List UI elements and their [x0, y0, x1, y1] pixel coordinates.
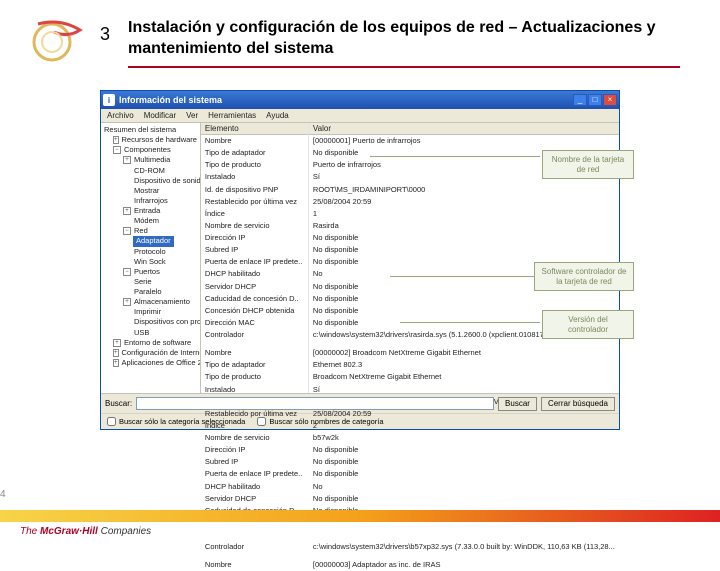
detail-row: No disponible: [309, 232, 619, 244]
search-input[interactable]: [136, 397, 494, 410]
detail-row: Puerta de enlace IP predete..: [201, 256, 308, 268]
expand-icon[interactable]: +: [113, 136, 119, 144]
menu-ver[interactable]: Ver: [186, 111, 198, 120]
window-title: Información del sistema: [119, 95, 573, 105]
detail-row: No disponible: [309, 444, 619, 456]
callout-line: [370, 156, 540, 157]
detail-row: DHCP habilitado: [201, 268, 308, 280]
callout-line: [390, 276, 540, 277]
menubar: Archivo Modificar Ver Herramientas Ayuda: [101, 109, 619, 123]
tree-componentes[interactable]: Componentes: [123, 145, 172, 155]
menu-herramientas[interactable]: Herramientas: [208, 111, 256, 120]
footer-brand: The McGraw·Hill Companies: [0, 522, 720, 540]
detail-row: No disponible: [309, 456, 619, 468]
detail-row: No disponible: [309, 244, 619, 256]
detail-row: No disponible: [309, 293, 619, 305]
detail-row: Controlador: [201, 329, 308, 341]
detail-row: No: [309, 481, 619, 493]
close-button[interactable]: ×: [603, 94, 617, 106]
slide-footer: The McGraw·Hill Companies: [0, 510, 720, 540]
slide-header: 3 Instalación y configuración de los equ…: [0, 0, 720, 74]
titlebar[interactable]: i Información del sistema _ □ ×: [101, 91, 619, 109]
tree-adaptador-selected[interactable]: Adaptador: [133, 236, 174, 246]
menu-archivo[interactable]: Archivo: [107, 111, 134, 120]
detail-row: Dirección IP: [201, 444, 308, 456]
col-element[interactable]: Elemento: [201, 123, 308, 135]
tree-red[interactable]: Red: [133, 226, 149, 236]
opt-selected-category[interactable]: Buscar sólo la categoría seleccionada: [107, 417, 245, 426]
slide-title: Instalación y configuración de los equip…: [128, 18, 680, 68]
detail-row: c:\windows\system32\drivers\b57xp32.sys …: [309, 541, 619, 553]
detail-row: Tipo de producto: [201, 159, 308, 171]
menu-ayuda[interactable]: Ayuda: [266, 111, 289, 120]
minimize-button[interactable]: _: [573, 94, 587, 106]
detail-row: Instalado: [201, 384, 308, 396]
detail-row: ROOT\MS_IRDAMINIPORT\0000: [309, 184, 619, 196]
detail-row: 25/08/2004 20:59: [309, 196, 619, 208]
detail-row: Controlador: [201, 541, 308, 553]
menu-modificar[interactable]: Modificar: [144, 111, 176, 120]
detail-row: [00000002] Broadcom NetXtreme Gigabit Et…: [309, 347, 619, 359]
tree-root[interactable]: Resumen del sistema: [103, 125, 177, 135]
category-tree[interactable]: Resumen del sistema +Recursos de hardwar…: [101, 123, 201, 393]
app-icon: i: [103, 94, 115, 106]
detail-row: Tipo de adaptador: [201, 147, 308, 159]
detail-row: Ethernet 802.3: [309, 359, 619, 371]
detail-row: Nombre de servicio: [201, 432, 308, 444]
detail-row: Instalado: [201, 171, 308, 183]
detail-row: 1: [309, 208, 619, 220]
screenshot-container: i Información del sistema _ □ × Archivo …: [100, 90, 620, 430]
detail-row: Dirección IP: [201, 232, 308, 244]
detail-row: Subred IP: [201, 244, 308, 256]
tree-hw[interactable]: Recursos de hardware: [121, 135, 198, 145]
detail-row: [00000001] Puerto de infrarrojos: [309, 135, 619, 147]
detail-row: Índice: [201, 208, 308, 220]
detail-row: b57w2k: [309, 432, 619, 444]
collapse-icon[interactable]: −: [113, 146, 121, 154]
detail-row: Nombre: [201, 135, 308, 147]
maximize-button[interactable]: □: [588, 94, 602, 106]
detail-row: Id. de dispositivo PNP: [201, 184, 308, 196]
detail-row: Dirección MAC: [201, 317, 308, 329]
callout-driver-software: Software controlador de la tarjeta de re…: [534, 262, 634, 291]
page-corner-number: 4: [0, 489, 6, 500]
detail-row: Rasirda: [309, 220, 619, 232]
detail-row: Concesión DHCP obtenida: [201, 305, 308, 317]
detail-row: Tipo de adaptador: [201, 359, 308, 371]
footer-gradient-bar: [0, 510, 720, 522]
detail-row: DHCP habilitado: [201, 481, 308, 493]
callout-line: [400, 322, 540, 323]
callout-card-name: Nombre de la tarjeta de red: [542, 150, 634, 179]
detail-row: Puerta de enlace IP predete..: [201, 468, 308, 480]
clear-search-button[interactable]: Cerrar búsqueda: [541, 397, 615, 411]
system-info-window: i Información del sistema _ □ × Archivo …: [100, 90, 620, 430]
detail-row: Broadcom NetXtreme Gigabit Ethernet: [309, 371, 619, 383]
detail-row: No disponible: [309, 493, 619, 505]
detail-row: Caducidad de concesión D..: [201, 293, 308, 305]
search-button[interactable]: Buscar: [498, 397, 537, 411]
detail-row: Subred IP: [201, 456, 308, 468]
detail-row: Nombre de servicio: [201, 220, 308, 232]
detail-row: Servidor DHCP: [201, 493, 308, 505]
detail-row: Nombre: [201, 347, 308, 359]
col-value[interactable]: Valor: [309, 123, 619, 135]
detail-row: Restablecido por última vez: [201, 196, 308, 208]
detail-row: No disponible: [309, 468, 619, 480]
callout-driver-version: Versión del controlador: [542, 310, 634, 339]
slide-number: 3: [100, 24, 110, 45]
opt-category-names[interactable]: Buscar sólo nombres de categoría: [257, 417, 383, 426]
device3-name: [00000003] Adaptador as inc. de IRAS: [309, 559, 619, 571]
search-label: Buscar:: [105, 399, 132, 408]
detail-row: Sí: [309, 384, 619, 396]
decorative-swirl-icon: [30, 18, 90, 68]
detail-row: Tipo de producto: [201, 371, 308, 383]
detail-row: Servidor DHCP: [201, 281, 308, 293]
